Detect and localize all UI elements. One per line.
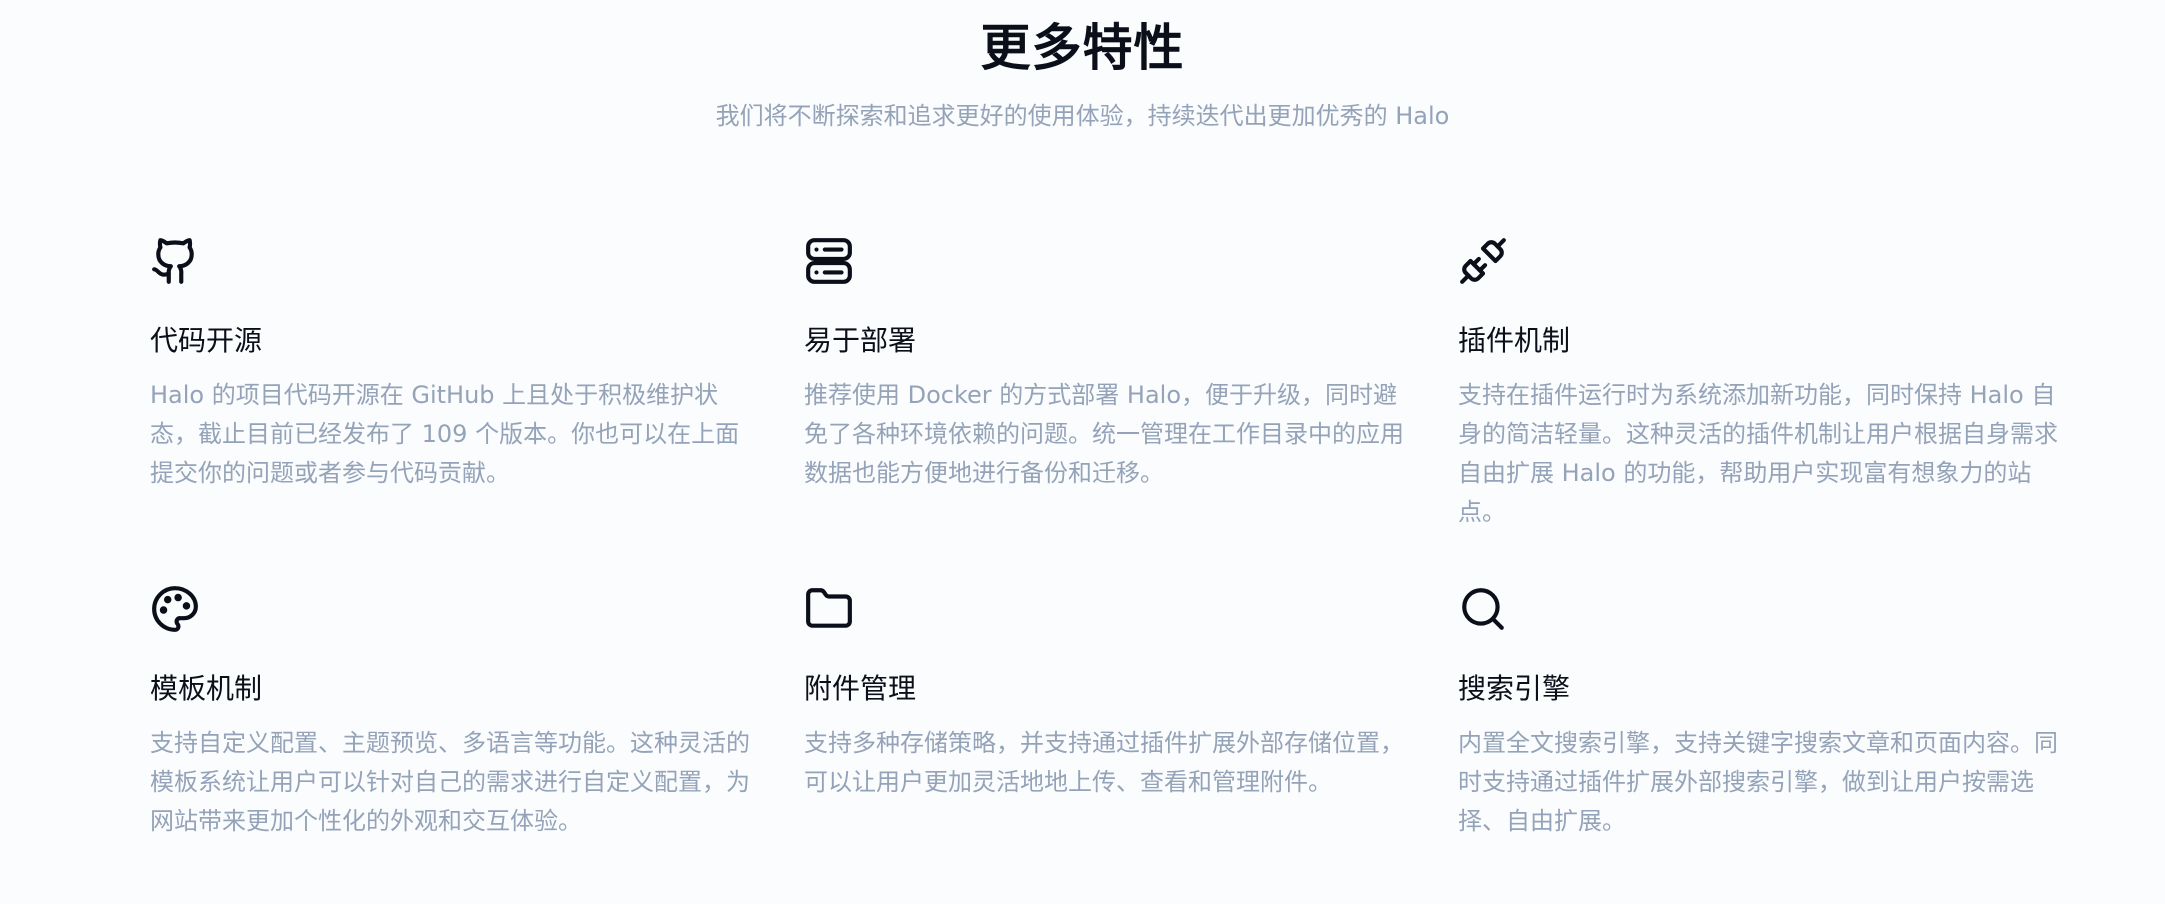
feature-card-open-source: 代码开源 Halo 的项目代码开源在 GitHub 上且处于积极维护状态，截止目…	[150, 236, 804, 584]
feature-title: 搜索引擎	[1458, 672, 1571, 705]
feature-description: 支持在插件运行时为系统添加新功能，同时保持 Halo 自身的简洁轻量。这种灵活的…	[1458, 381, 2058, 526]
palette-icon	[150, 584, 200, 634]
section-title: 更多特性	[980, 19, 1185, 77]
feature-description: 内置全文搜索引擎，支持关键字搜索文章和页面内容。同时支持通过插件扩展外部搜索引擎…	[1458, 729, 2058, 835]
feature-title: 代码开源	[150, 324, 263, 357]
feature-description: 支持多种存储策略，并支持通过插件扩展外部存储位置，可以让用户更加灵活地地上传、查…	[804, 729, 1404, 796]
feature-description: Halo 的项目代码开源在 GitHub 上且处于积极维护状态，截止目前已经发布…	[150, 381, 740, 487]
feature-description: 推荐使用 Docker 的方式部署 Halo，便于升级，同时避免了各种环境依赖的…	[804, 381, 1404, 487]
server-icon	[804, 236, 854, 286]
folder-icon	[804, 584, 854, 634]
search-icon	[1458, 584, 1508, 634]
feature-title: 插件机制	[1458, 324, 1571, 357]
feature-card-plugins: 插件机制 支持在插件运行时为系统添加新功能，同时保持 Halo 自身的简洁轻量。…	[1458, 236, 2060, 584]
feature-title: 附件管理	[804, 672, 917, 705]
feature-card-search: 搜索引擎 内置全文搜索引擎，支持关键字搜索文章和页面内容。同时支持通过插件扩展外…	[1458, 584, 2060, 874]
feature-card-attachments: 附件管理 支持多种存储策略，并支持通过插件扩展外部存储位置，可以让用户更加灵活地…	[804, 584, 1458, 874]
feature-card-templates: 模板机制 支持自定义配置、主题预览、多语言等功能。这种灵活的模板系统让用户可以针…	[150, 584, 804, 874]
feature-card-deploy: 易于部署 推荐使用 Docker 的方式部署 Halo，便于升级，同时避免了各种…	[804, 236, 1458, 584]
features-grid: 代码开源 Halo 的项目代码开源在 GitHub 上且处于积极维护状态，截止目…	[150, 236, 2060, 874]
feature-title: 模板机制	[150, 672, 263, 705]
github-icon	[150, 236, 200, 286]
feature-description: 支持自定义配置、主题预览、多语言等功能。这种灵活的模板系统让用户可以针对自己的需…	[150, 729, 750, 835]
section-subtitle: 我们将不断探索和追求更好的使用体验，持续迭代出更加优秀的 Halo	[715, 102, 1450, 130]
section-header: 更多特性 我们将不断探索和追求更好的使用体验，持续迭代出更加优秀的 Halo	[0, 18, 2165, 132]
feature-title: 易于部署	[804, 324, 917, 357]
plug-icon	[1458, 236, 1508, 286]
features-section: 更多特性 我们将不断探索和追求更好的使用体验，持续迭代出更加优秀的 Halo 代…	[0, 0, 2165, 904]
